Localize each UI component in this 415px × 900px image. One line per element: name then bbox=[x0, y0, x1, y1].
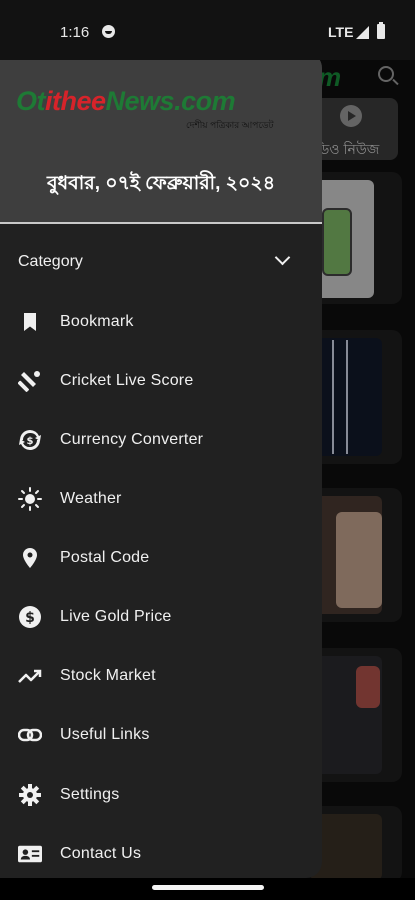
header-date: বুধবার, ০৭ই ফেব্রুয়ারী, ২০২৪ bbox=[46, 173, 276, 194]
menu-item-currency-converter[interactable]: $ Currency Converter bbox=[0, 414, 322, 466]
menu-item-label: Cricket Live Score bbox=[60, 372, 194, 389]
signal-icon bbox=[356, 26, 369, 39]
cricket-icon bbox=[18, 369, 42, 393]
menu-item-weather[interactable]: Weather bbox=[0, 473, 322, 525]
menu-item-label: Settings bbox=[60, 786, 120, 803]
category-label: Category bbox=[18, 253, 83, 270]
location-pin-icon bbox=[18, 546, 42, 570]
menu-item-label: Stock Market bbox=[60, 667, 156, 684]
menu-item-stock-market[interactable]: Stock Market bbox=[0, 650, 322, 702]
bookmark-icon bbox=[18, 310, 42, 334]
menu-item-cricket-live-score[interactable]: Cricket Live Score bbox=[0, 355, 322, 407]
svg-text:$: $ bbox=[25, 610, 35, 626]
menu-item-label: Contact Us bbox=[60, 845, 142, 862]
navigation-drawer: OtitheeNews.com দেশীয় পত্রিকার আপডেট বু… bbox=[0, 52, 322, 878]
menu-item-contact-us[interactable]: Contact Us bbox=[0, 828, 322, 878]
drawer-header: OtitheeNews.com দেশীয় পত্রিকার আপডেট বু… bbox=[0, 52, 322, 224]
status-bar: 1:16 LTE bbox=[0, 0, 415, 60]
menu-item-label: Useful Links bbox=[60, 726, 150, 743]
gesture-nav-handle[interactable] bbox=[152, 885, 264, 890]
menu-item-bookmark[interactable]: Bookmark bbox=[0, 296, 322, 348]
logo-text-ithee: ithee bbox=[45, 86, 106, 116]
gear-icon bbox=[18, 783, 42, 807]
menu-item-postal-code[interactable]: Postal Code bbox=[0, 532, 322, 584]
menu-item-settings[interactable]: Settings bbox=[0, 769, 322, 821]
network-type: LTE bbox=[328, 24, 354, 40]
link-icon bbox=[18, 723, 42, 747]
menu-item-label: Currency Converter bbox=[60, 431, 204, 448]
svg-text:$: $ bbox=[27, 436, 34, 447]
status-time: 1:16 bbox=[60, 24, 90, 41]
logo-text-ot: Ot bbox=[16, 86, 46, 116]
menu-item-label: Postal Code bbox=[60, 549, 150, 566]
menu-item-label: Live Gold Price bbox=[60, 608, 172, 625]
logo-text-news: News.com bbox=[105, 86, 236, 116]
menu-item-useful-links[interactable]: Useful Links bbox=[0, 709, 322, 761]
menu-item-label: Bookmark bbox=[60, 313, 134, 330]
brand-logo: OtitheeNews.com bbox=[16, 86, 236, 117]
sun-icon bbox=[18, 487, 42, 511]
dollar-coin-icon: $ bbox=[18, 605, 42, 629]
trending-up-icon bbox=[18, 664, 42, 688]
currency-exchange-icon: $ bbox=[18, 428, 42, 452]
menu-item-label: Weather bbox=[60, 490, 122, 507]
category-expander[interactable]: Category bbox=[0, 237, 322, 287]
notification-app-icon bbox=[102, 25, 115, 38]
battery-icon bbox=[377, 22, 385, 39]
menu-item-live-gold-price[interactable]: $ Live Gold Price bbox=[0, 591, 322, 643]
chevron-down-icon bbox=[274, 249, 291, 266]
contact-card-icon bbox=[18, 842, 42, 866]
logo-tagline: দেশীয় পত্রিকার আপডেট bbox=[186, 120, 274, 130]
